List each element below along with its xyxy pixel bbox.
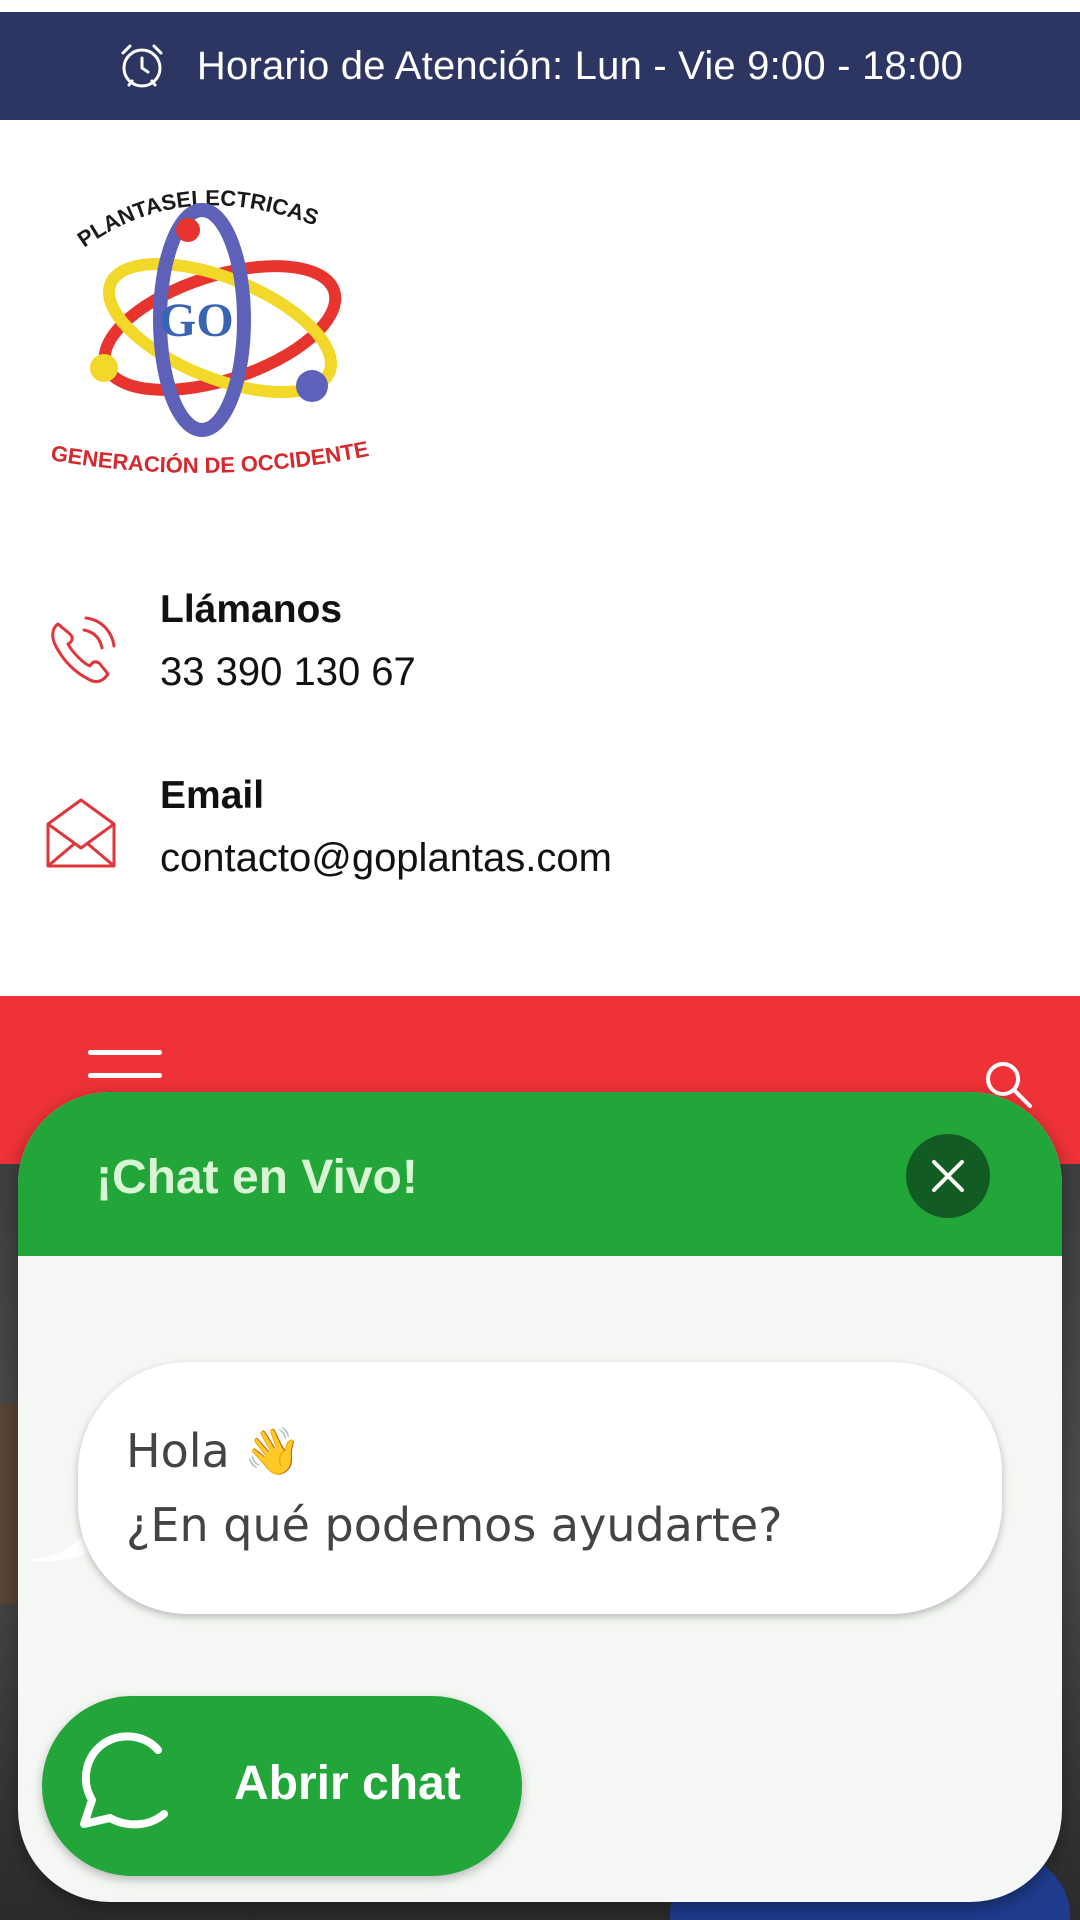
business-hours-bar: Horario de Atención: Lun - Vie 9:00 - 18… — [0, 12, 1080, 120]
business-hours-text: Horario de Atención: Lun - Vie 9:00 - 18… — [196, 43, 964, 88]
chat-bubble-icon — [80, 1732, 168, 1829]
contact-email[interactable]: Email contacto@goplantas.com — [0, 774, 1080, 904]
greeting-text: Hola 👋 — [126, 1424, 302, 1478]
contact-phone[interactable]: Llámanos 33 390 130 67 — [0, 588, 1080, 718]
contact-value[interactable]: 33 390 130 67 — [160, 650, 416, 695]
live-chat-widget: ¡Chat en Vivo! Hola 👋 ¿En qué podemos ay… — [18, 1092, 1062, 1902]
svg-text:GENERACIÓN DE OCCIDENTE: GENERACIÓN DE OCCIDENTE — [49, 436, 371, 478]
open-chat-label: Abrir chat — [234, 1757, 461, 1810]
contact-value[interactable]: contacto@goplantas.com — [160, 836, 612, 881]
contact-label: Llámanos — [160, 588, 343, 631]
svg-text:PLANTASELECTRICAS: PLANTASELECTRICAS — [73, 185, 322, 252]
close-chat-button[interactable] — [906, 1134, 990, 1218]
close-icon — [932, 1160, 964, 1192]
svg-text:GO: GO — [159, 294, 234, 347]
contact-label: Email — [160, 774, 265, 817]
chat-title: ¡Chat en Vivo! — [96, 1151, 418, 1204]
welcome-message-bubble: Hola 👋 ¿En qué podemos ayudarte? — [78, 1362, 1002, 1614]
alarm-clock-icon — [121, 44, 163, 88]
phone-icon — [51, 616, 116, 684]
company-logo[interactable]: PLANTASELECTRICAS GO GENERACIÓN DE OCCID… — [44, 178, 404, 498]
chat-header: ¡Chat en Vivo! — [18, 1092, 1062, 1256]
envelope-icon — [46, 798, 116, 868]
help-question-text: ¿En qué podemos ayudarte? — [126, 1498, 783, 1552]
open-chat-button[interactable]: Abrir chat — [42, 1696, 522, 1876]
